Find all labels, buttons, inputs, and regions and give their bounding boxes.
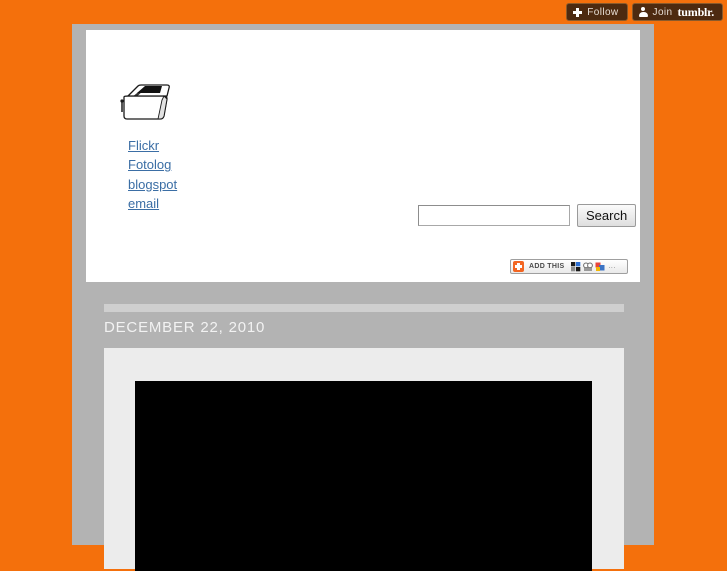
join-tumblr-button[interactable]: Join tumblr. [631, 3, 723, 21]
search-form: Search [418, 204, 637, 227]
tumblr-controls-bar: Follow Join tumblr. [566, 0, 727, 21]
addthis-more-label: ... [608, 263, 616, 270]
share-icon[interactable] [595, 262, 605, 272]
addthis-label: ADD THIS [529, 263, 565, 270]
header-panel: Flickr Fotolog blogspot email Search ADD… [86, 30, 640, 282]
addthis-share-widget[interactable]: ADD THIS ... [510, 259, 628, 274]
friendfeed-icon[interactable] [583, 262, 594, 272]
link-flickr[interactable]: Flickr [128, 136, 177, 155]
join-label: Join [652, 6, 673, 18]
link-email[interactable]: email [128, 194, 177, 213]
windows-icon[interactable] [571, 261, 581, 272]
search-input[interactable] [418, 205, 570, 226]
search-button[interactable]: Search [577, 204, 637, 227]
follow-button[interactable]: Follow [566, 3, 628, 21]
toaster-logo-icon [118, 80, 174, 124]
link-fotolog[interactable]: Fotolog [128, 155, 177, 174]
person-icon [638, 7, 648, 17]
page-container: Flickr Fotolog blogspot email Search ADD… [72, 24, 654, 571]
header-link-list: Flickr Fotolog blogspot email [128, 136, 177, 213]
post-container [104, 348, 624, 571]
tumblr-brand-label: tumblr. [677, 4, 715, 19]
link-blogspot[interactable]: blogspot [128, 175, 177, 194]
plus-icon [573, 7, 583, 17]
follow-button-label: Follow [587, 6, 619, 18]
post-media-image[interactable] [135, 381, 592, 571]
post-date: DECEMBER 22, 2010 [104, 319, 266, 336]
addthis-service-icons: ... [571, 261, 616, 272]
addthis-plus-icon [513, 261, 524, 272]
post-divider [104, 304, 624, 312]
